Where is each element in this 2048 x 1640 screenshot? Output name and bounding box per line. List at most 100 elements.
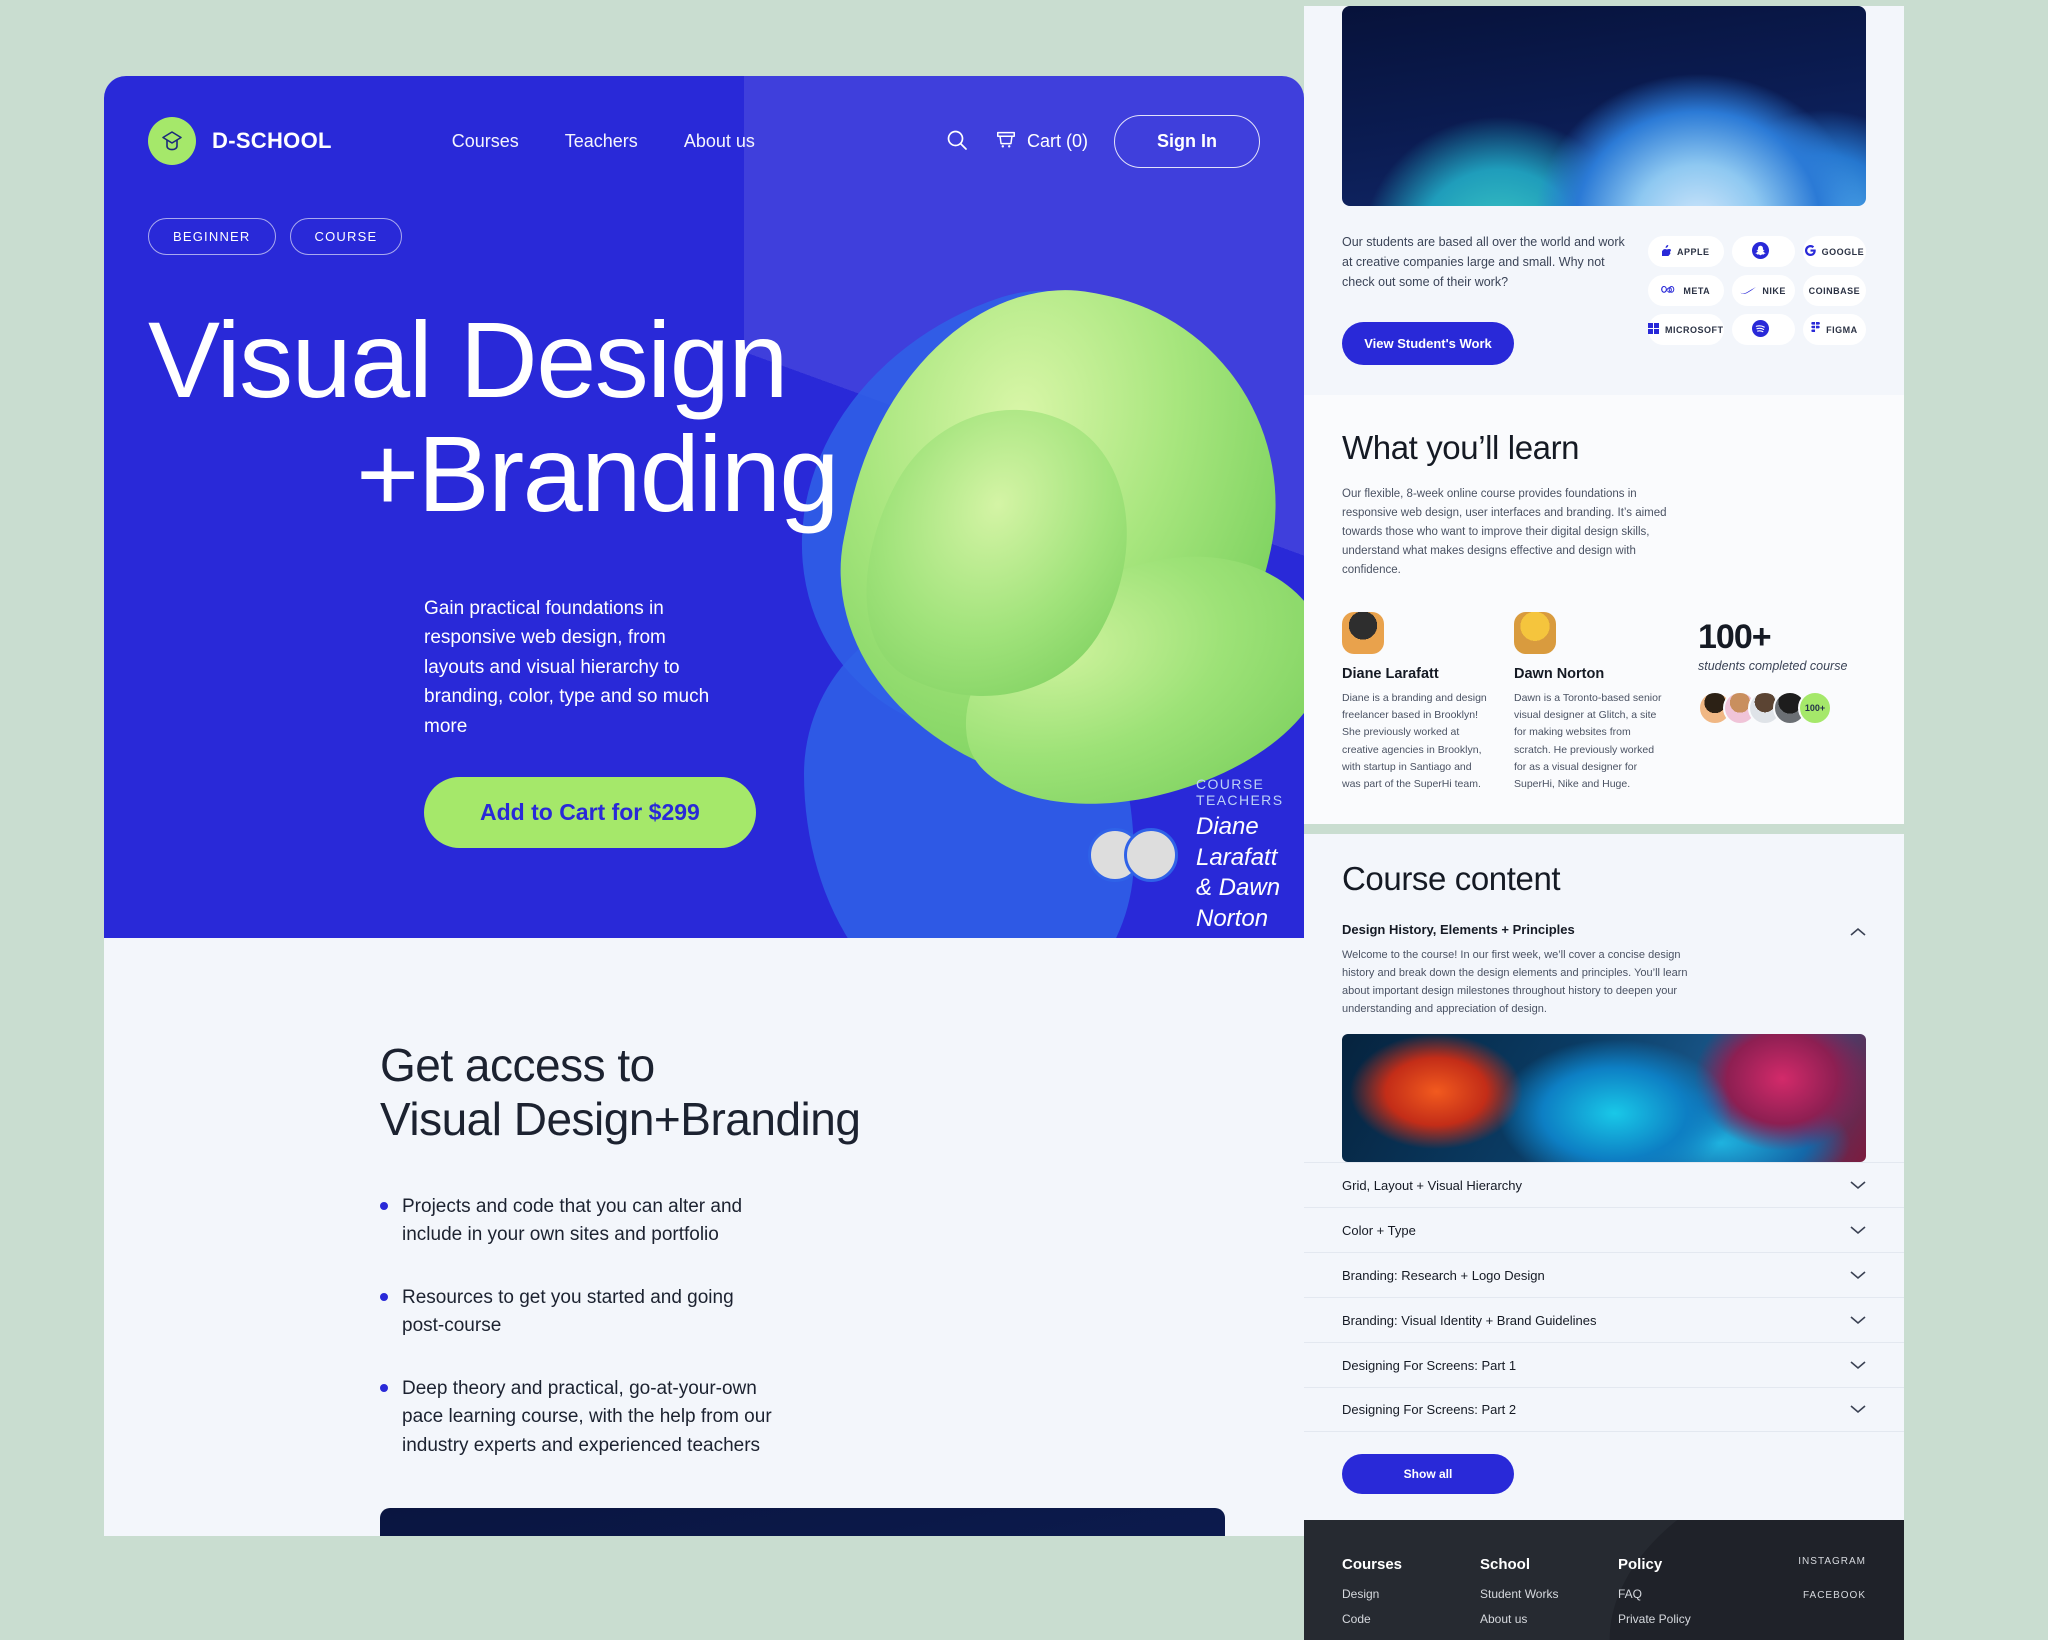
logo[interactable]: D-SCHOOL [148, 117, 332, 165]
student-work-description: Our students are based all over the worl… [1342, 235, 1625, 289]
cart-label: Cart (0) [1026, 130, 1088, 151]
chevron-down-icon[interactable] [1850, 1402, 1866, 1417]
right-preview-column: Our students are based all over the worl… [1304, 0, 1904, 1640]
teacher-name-2: & Dawn Norton [1196, 874, 1281, 933]
avatar [1342, 611, 1384, 654]
logo-chip-label: MICROSOFT [1665, 324, 1724, 335]
logo-chip-nike[interactable]: NIKE [1731, 275, 1795, 306]
logo-chip-label: APPLE [1676, 246, 1710, 257]
teacher-bio: Dawn is a Toronto-based senior visual de… [1514, 691, 1662, 791]
microsoft-icon [1648, 323, 1659, 336]
spotify-icon [1751, 320, 1769, 339]
snapchat-icon [1751, 242, 1769, 261]
what-youll-learn-section: What you’ll learn Our flexible, 8-week o… [1304, 395, 1904, 824]
list-item: Deep theory and practical, go-at-your-ow… [380, 1375, 780, 1461]
page-title: Visual Design +Branding [148, 302, 1260, 532]
accordion-item[interactable]: Grid, Layout + Visual Hierarchy [1304, 1162, 1904, 1207]
nav-links: Courses Teachers About us [452, 131, 755, 152]
teacher-name: Dawn Norton [1514, 665, 1605, 682]
social-link-instagram[interactable]: INSTAGRAM [1798, 1556, 1866, 1567]
chevron-down-icon[interactable] [1850, 1313, 1866, 1328]
show-all-button[interactable]: Show all [1342, 1454, 1514, 1495]
footer-link[interactable]: Design [1342, 1587, 1480, 1601]
list-item: Projects and code that you can alter and… [380, 1193, 780, 1250]
chevron-down-icon[interactable] [1850, 1358, 1866, 1373]
nav-link-courses[interactable]: Courses [452, 131, 519, 152]
student-work-card: Our students are based all over the worl… [1304, 6, 1904, 395]
accordion-title: Designing For Screens: Part 1 [1342, 1357, 1517, 1373]
logo-chip-snapchat[interactable] [1731, 236, 1795, 267]
learn-lead-text: Our flexible, 8-week online course provi… [1342, 488, 1667, 576]
logo-chip-label: META [1683, 285, 1711, 296]
chevron-down-icon[interactable] [1850, 1178, 1866, 1193]
nav-link-teachers[interactable]: Teachers [565, 131, 638, 152]
students-count-caption: students completed course [1698, 658, 1848, 673]
logo-chip-google[interactable]: GOOGLE [1802, 236, 1866, 267]
access-gradient-image [380, 1508, 1225, 1536]
logo-chip-label: NIKE [1762, 285, 1786, 296]
chevron-up-icon[interactable] [1850, 924, 1866, 942]
graduation-cap-icon [148, 117, 196, 165]
hero-section: D-SCHOOL Courses Teachers About us Cart … [104, 76, 1304, 938]
teacher-card-dawn: Dawn Norton Dawn is a Toronto-based seni… [1514, 611, 1662, 794]
student-work-image [1342, 6, 1866, 206]
footer-column-title: Policy [1618, 1556, 1663, 1574]
footer-link[interactable]: Private Policy [1618, 1612, 1756, 1626]
company-logo-grid: APPLE GOOGLE META NIKE COINBASE MICROSOF… [1648, 232, 1866, 365]
footer-link[interactable]: Code [1342, 1612, 1480, 1626]
search-button[interactable] [945, 128, 969, 155]
logo-chip-figma[interactable]: FIGMA [1802, 314, 1866, 345]
avatar [1124, 828, 1178, 883]
course-content-heading: Course content [1342, 859, 1561, 897]
sign-in-button[interactable]: Sign In [1114, 114, 1260, 168]
footer-column-title: School [1480, 1556, 1531, 1574]
cart-button[interactable]: Cart (0) [995, 128, 1088, 155]
accordion-title: Color + Type [1342, 1222, 1416, 1238]
hero-teachers-block: COURSE TEACHERS Diane Larafatt & Dawn No… [1088, 776, 1304, 935]
access-heading-line-2: Visual Design+Branding [380, 1093, 861, 1146]
cart-icon [995, 128, 1017, 155]
search-icon [945, 128, 969, 155]
nav-link-about-us[interactable]: About us [684, 131, 755, 152]
logo-chip-microsoft[interactable]: MICROSOFT [1648, 314, 1724, 345]
access-heading-line-1: Get access to [380, 1039, 655, 1091]
teacher-name-1: Diane Larafatt [1196, 813, 1278, 871]
student-avatar-stack: 100+ [1698, 690, 1847, 725]
students-stat-block: 100+ students completed course 100+ [1698, 612, 1847, 794]
logo-chip-spotify[interactable] [1731, 314, 1795, 345]
tag-course: COURSE [289, 218, 403, 255]
get-access-section: Get access to Visual Design+Branding Pro… [104, 938, 1304, 1460]
accordion-item[interactable]: Branding: Research + Logo Design [1304, 1252, 1904, 1297]
chevron-down-icon[interactable] [1850, 1268, 1866, 1283]
footer-link[interactable]: About us [1480, 1612, 1618, 1626]
logo-chip-meta[interactable]: META [1648, 275, 1724, 306]
course-content-section: Course content Design History, Elements … [1304, 833, 1904, 1521]
chevron-down-icon[interactable] [1850, 1223, 1866, 1238]
logo-text: D-SCHOOL [212, 128, 332, 153]
list-item: Resources to get you started and going p… [380, 1284, 780, 1341]
top-navigation-bar: D-SCHOOL Courses Teachers About us Cart … [104, 76, 1304, 206]
teachers-row: Diane Larafatt Diane is a branding and d… [1342, 611, 1866, 794]
footer-column-courses: Courses Design Code [1342, 1556, 1480, 1637]
logo-chip-coinbase[interactable]: COINBASE [1802, 275, 1866, 306]
footer-link[interactable]: Student Works [1480, 1587, 1618, 1601]
logo-chip-apple[interactable]: APPLE [1648, 236, 1724, 267]
accordion-item[interactable]: Color + Type [1304, 1207, 1904, 1252]
footer-link[interactable]: FAQ [1618, 1587, 1756, 1601]
accordion-item[interactable]: Designing For Screens: Part 2 [1304, 1387, 1904, 1433]
teacher-bio: Diane is a branding and design freelance… [1342, 691, 1487, 791]
avatar-overflow-badge: 100+ [1798, 690, 1832, 725]
accordion-item[interactable]: Designing For Screens: Part 1 [1304, 1342, 1904, 1387]
course-teachers-names: Diane Larafatt & Dawn Norton [1196, 812, 1304, 935]
google-icon [1804, 245, 1816, 258]
accordion-item[interactable]: Branding: Visual Identity + Brand Guidel… [1304, 1297, 1904, 1342]
footer-column-policy: Policy FAQ Private Policy [1618, 1556, 1756, 1637]
accordion-item-expanded[interactable]: Design History, Elements + Principles We… [1304, 898, 1904, 1163]
student-work-text-block: Our students are based all over the worl… [1342, 232, 1628, 365]
main-content-panel: D-SCHOOL Courses Teachers About us Cart … [104, 76, 1304, 1536]
accordion-title: Branding: Research + Logo Design [1342, 1267, 1545, 1283]
add-to-cart-button[interactable]: Add to Cart for $299 [424, 777, 756, 849]
footer-column-title: Courses [1342, 1556, 1403, 1574]
social-link-facebook[interactable]: FACEBOOK [1798, 1590, 1866, 1601]
view-students-work-button[interactable]: View Student's Work [1342, 322, 1514, 365]
